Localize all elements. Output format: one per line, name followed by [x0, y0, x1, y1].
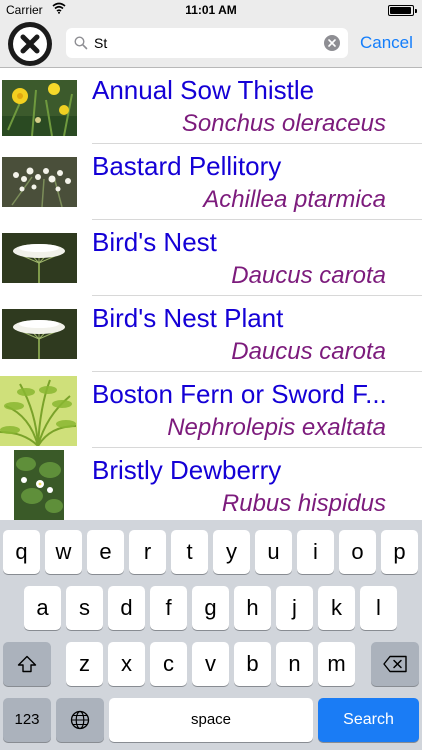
key-i[interactable]: i	[297, 530, 334, 574]
list-item[interactable]: Boston Fern or Sword F... Nephrolepis ex…	[0, 372, 422, 448]
key-w[interactable]: w	[45, 530, 82, 574]
latin-name: Achillea ptarmica	[203, 186, 386, 213]
close-button[interactable]	[8, 22, 52, 66]
backspace-icon	[383, 655, 407, 673]
latin-name: Daucus carota	[231, 262, 386, 289]
key-q[interactable]: q	[3, 530, 40, 574]
shift-icon	[17, 655, 37, 673]
common-name: Bastard Pellitory	[92, 151, 282, 181]
key-u[interactable]: u	[255, 530, 292, 574]
key-a[interactable]: a	[24, 586, 61, 630]
shift-key[interactable]	[3, 642, 51, 686]
close-icon	[13, 27, 47, 61]
key-x[interactable]: x	[108, 642, 145, 686]
key-p[interactable]: p	[381, 530, 418, 574]
list-item[interactable]: Annual Sow Thistle Sonchus oleraceus	[0, 68, 422, 144]
latin-name: Nephrolepis exaltata	[167, 414, 386, 441]
globe-key[interactable]	[56, 698, 104, 742]
key-d[interactable]: d	[108, 586, 145, 630]
search-key[interactable]: Search	[318, 698, 419, 742]
key-s[interactable]: s	[66, 586, 103, 630]
key-o[interactable]: o	[339, 530, 376, 574]
keyboard: q w e r t y u i o p a s d f g h j k l z …	[0, 520, 422, 750]
search-bar: Cancel	[0, 20, 422, 68]
numbers-key[interactable]: 123	[3, 698, 51, 742]
common-name: Bird's Nest	[92, 227, 217, 257]
globe-icon	[70, 710, 90, 730]
search-icon	[74, 36, 88, 55]
common-name: Bristly Dewberry	[92, 455, 282, 485]
plant-thumbnail	[2, 309, 77, 359]
battery-icon	[388, 5, 417, 16]
key-t[interactable]: t	[171, 530, 208, 574]
key-b[interactable]: b	[234, 642, 271, 686]
latin-name: Daucus carota	[231, 338, 386, 365]
key-v[interactable]: v	[192, 642, 229, 686]
key-f[interactable]: f	[150, 586, 187, 630]
plant-thumbnail	[2, 157, 77, 207]
list-item[interactable]: Bristly Dewberry Rubus hispidus	[0, 448, 422, 520]
key-r[interactable]: r	[129, 530, 166, 574]
plant-thumbnail	[2, 80, 77, 136]
latin-name: Rubus hispidus	[221, 490, 386, 517]
key-j[interactable]: j	[276, 586, 313, 630]
list-item[interactable]: Bird's Nest Plant Daucus carota	[0, 296, 422, 372]
results-list: Annual Sow Thistle Sonchus oleraceus Bas…	[0, 68, 422, 520]
search-field	[66, 28, 348, 58]
clear-icon[interactable]	[324, 35, 340, 51]
plant-thumbnail	[2, 233, 77, 283]
plant-thumbnail	[14, 450, 64, 520]
key-h[interactable]: h	[234, 586, 271, 630]
latin-name: Sonchus oleraceus	[181, 110, 386, 137]
cancel-button[interactable]: Cancel	[360, 33, 413, 53]
key-m[interactable]: m	[318, 642, 355, 686]
key-g[interactable]: g	[192, 586, 229, 630]
space-key[interactable]: space	[109, 698, 313, 742]
list-item[interactable]: Bird's Nest Daucus carota	[0, 220, 422, 296]
backspace-key[interactable]	[371, 642, 419, 686]
search-input[interactable]	[94, 32, 314, 54]
common-name: Boston Fern or Sword F...	[92, 379, 387, 409]
common-name: Annual Sow Thistle	[92, 75, 315, 105]
key-y[interactable]: y	[213, 530, 250, 574]
common-name: Bird's Nest Plant	[92, 303, 284, 333]
key-l[interactable]: l	[360, 586, 397, 630]
key-e[interactable]: e	[87, 530, 124, 574]
status-bar: Carrier 11:01 AM	[0, 0, 422, 20]
key-n[interactable]: n	[276, 642, 313, 686]
list-item[interactable]: Bastard Pellitory Achillea ptarmica	[0, 144, 422, 220]
plant-thumbnail	[0, 376, 77, 446]
key-c[interactable]: c	[150, 642, 187, 686]
clock: 11:01 AM	[185, 3, 237, 17]
key-k[interactable]: k	[318, 586, 355, 630]
key-z[interactable]: z	[66, 642, 103, 686]
